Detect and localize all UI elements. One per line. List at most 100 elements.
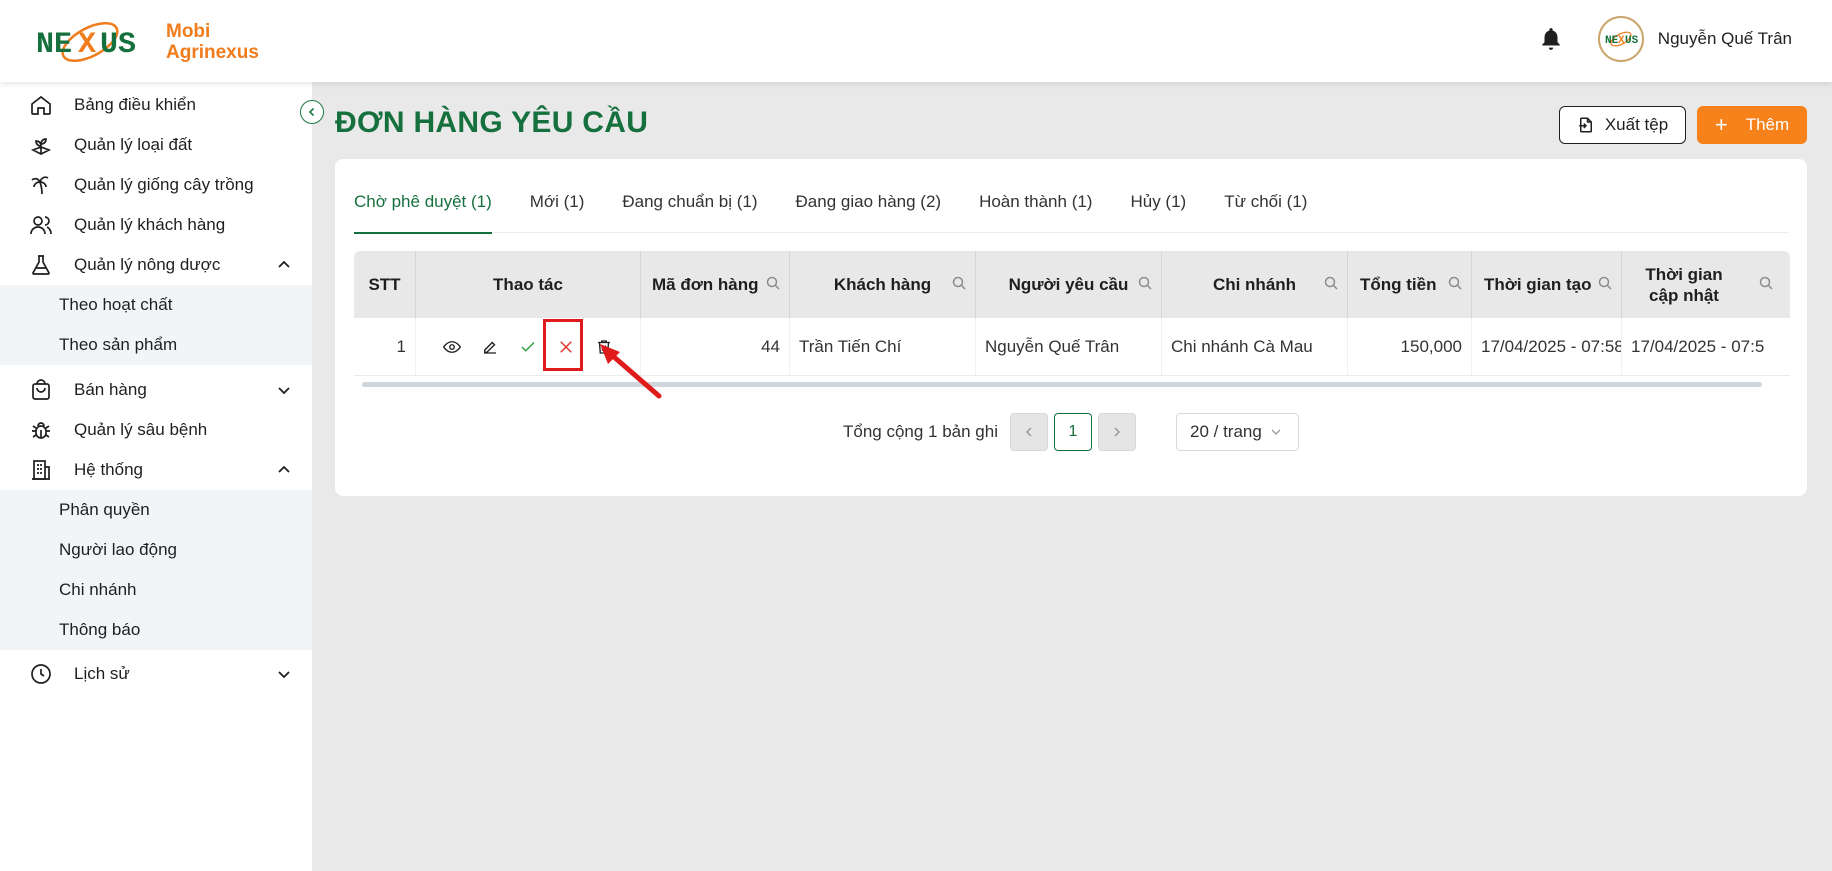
column-order-code: Mã đơn hàng [641, 251, 790, 318]
search-icon[interactable] [1447, 275, 1463, 291]
eye-icon[interactable] [442, 337, 462, 357]
sidebar-subitem-branches[interactable]: Chi nhánh [0, 570, 312, 610]
svg-text:NE: NE [1605, 35, 1619, 47]
system-submenu: Phân quyền Người lao động Chi nhánh Thôn… [0, 490, 312, 650]
sidebar-item-label: Quản lý loại đất [74, 135, 193, 154]
home-icon [28, 92, 54, 118]
tab-cancelled[interactable]: Hủy (1) [1130, 187, 1186, 233]
agrochemicals-submenu: Theo hoạt chất Theo sản phẩm [0, 285, 312, 365]
chevron-up-icon [276, 257, 292, 273]
cell-stt: 1 [354, 318, 416, 375]
sidebar-item-label: Hệ thống [74, 460, 143, 479]
sidebar-item-label: Quản lý nông dược [74, 255, 221, 274]
sidebar-item-system[interactable]: Hệ thống [0, 450, 312, 490]
column-order-code-label: Mã đơn hàng [652, 275, 759, 294]
bell-icon[interactable] [1538, 26, 1564, 52]
sidebar-item-history[interactable]: Lịch sử [0, 654, 312, 694]
sidebar-item-label: Bán hàng [74, 380, 147, 399]
tab-completed[interactable]: Hoàn thành (1) [979, 187, 1092, 233]
user-name[interactable]: Nguyễn Quế Trân [1658, 29, 1792, 49]
cell-requester: Nguyễn Quế Trân [976, 318, 1162, 375]
cell-total: 150,000 [1348, 318, 1472, 375]
tab-delivering[interactable]: Đang giao hàng (2) [796, 187, 942, 233]
sidebar-subitem-employees[interactable]: Người lao động [0, 530, 312, 570]
chevron-right-icon [1114, 427, 1121, 437]
status-tabs: Chờ phê duyệt (1) Mới (1) Đang chuẩn bị … [354, 187, 1789, 234]
sidebar-item-label: Quản lý khách hàng [74, 215, 226, 234]
sidebar-item-label: Bảng điều khiển [74, 95, 196, 114]
export-button-label: Xuất tệp [1604, 115, 1669, 134]
search-icon[interactable] [951, 275, 967, 291]
sidebar-subitem-product[interactable]: Theo sản phẩm [0, 325, 312, 365]
column-customer-label: Khách hàng [833, 275, 932, 294]
tab-new[interactable]: Mới (1) [530, 187, 585, 233]
orders-table: STT Thao tác Mã đơn hàng Khách hàng Ngườ… [354, 251, 1790, 387]
sidebar-item-soil[interactable]: Quản lý loại đất [0, 125, 312, 165]
brand-line-1: Mobi [166, 21, 211, 42]
svg-text:X: X [78, 28, 96, 62]
page-title: ĐƠN HÀNG YÊU CẦU [335, 106, 649, 139]
sidebar: Bảng điều khiển Quản lý loại đất Quản lý… [0, 82, 312, 871]
table-body: 1 44 Trần Tiến Chí Nguyễn Quế Trân Chi n… [354, 318, 1790, 376]
chevron-left-icon [308, 107, 315, 117]
sidebar-item-sales[interactable]: Bán hàng [0, 370, 312, 410]
sidebar-item-dashboard[interactable]: Bảng điều khiển [0, 85, 312, 125]
chevron-down-icon [276, 666, 292, 682]
avatar[interactable]: NE X US [1597, 16, 1644, 62]
annotation-arrow [600, 344, 662, 399]
page-size-select[interactable]: 20 / trang [1176, 413, 1299, 451]
svg-text:X: X [1618, 35, 1625, 47]
export-button[interactable]: Xuất tệp [1559, 106, 1686, 144]
page-size-value: 20 / trang [1190, 422, 1262, 441]
chevron-up-icon [276, 462, 292, 478]
top-header: NE X US Mobi Agrinexus NE X US Nguyễn Qu… [0, 0, 1832, 82]
sidebar-subitem-active-ingredient[interactable]: Theo hoạt chất [0, 285, 312, 325]
sidebar-item-agrochemicals[interactable]: Quản lý nông dược [0, 245, 312, 285]
column-stt: STT [354, 251, 416, 318]
search-icon[interactable] [765, 275, 781, 291]
tab-rejected[interactable]: Từ chối (1) [1224, 187, 1307, 233]
column-branch: Chi nhánh [1162, 251, 1348, 318]
bug-icon [28, 417, 54, 443]
sidebar-subitem-notifications[interactable]: Thông báo [0, 610, 312, 650]
sidebar-item-label: Quản lý sâu bệnh [74, 420, 208, 439]
sidebar-item-label: Quản lý giống cây trồng [74, 175, 254, 194]
sidebar-item-pests[interactable]: Quản lý sâu bệnh [0, 410, 312, 450]
sidebar-collapse-button[interactable] [300, 100, 324, 124]
column-updated-at-label: Thời gian cập nhật [1645, 264, 1723, 305]
pagination-total: Tổng cộng 1 bản ghi [842, 422, 998, 441]
cell-updated-at: 17/04/2025 - 07:58 [1631, 336, 1764, 356]
highlight-box [543, 319, 583, 371]
brand-logo[interactable]: NE X US Mobi Agrinexus [34, 14, 259, 70]
add-button[interactable]: + Thêm [1697, 106, 1807, 144]
chevron-down-icon [276, 382, 292, 398]
check-icon[interactable] [518, 337, 538, 357]
chevron-left-icon [1025, 427, 1032, 437]
edit-icon[interactable] [480, 337, 500, 357]
column-actions: Thao tác [416, 251, 641, 318]
next-page-button[interactable] [1098, 413, 1136, 451]
palm-tree-icon [28, 172, 54, 198]
prev-page-button[interactable] [1010, 413, 1048, 451]
brand-name: Mobi Agrinexus [166, 21, 259, 63]
chevron-down-icon [1271, 429, 1281, 435]
search-icon[interactable] [1137, 275, 1153, 291]
cell-customer: Trần Tiến Chí [790, 318, 976, 375]
users-icon [28, 212, 54, 238]
horizontal-scrollbar[interactable] [362, 382, 1762, 387]
sidebar-subitem-permissions[interactable]: Phân quyền [0, 490, 312, 530]
sidebar-item-customers[interactable]: Quản lý khách hàng [0, 205, 312, 245]
page-number-button[interactable]: 1 [1054, 413, 1092, 451]
brand-line-2: Agrinexus [166, 42, 259, 63]
column-created-at: Thời gian tạo [1472, 251, 1622, 318]
tab-preparing[interactable]: Đang chuẩn bị (1) [622, 187, 757, 233]
export-icon [1579, 117, 1592, 133]
tab-pending-approval[interactable]: Chờ phê duyệt (1) [354, 187, 492, 234]
search-icon[interactable] [1758, 275, 1774, 291]
search-icon[interactable] [1597, 275, 1613, 291]
sidebar-item-crop-variety[interactable]: Quản lý giống cây trồng [0, 165, 312, 205]
soil-icon [28, 132, 54, 158]
table-row[interactable]: 1 44 Trần Tiến Chí Nguyễn Quế Trân Chi n… [354, 318, 1790, 376]
table-header: STT Thao tác Mã đơn hàng Khách hàng Ngườ… [354, 251, 1790, 318]
search-icon[interactable] [1323, 275, 1339, 291]
